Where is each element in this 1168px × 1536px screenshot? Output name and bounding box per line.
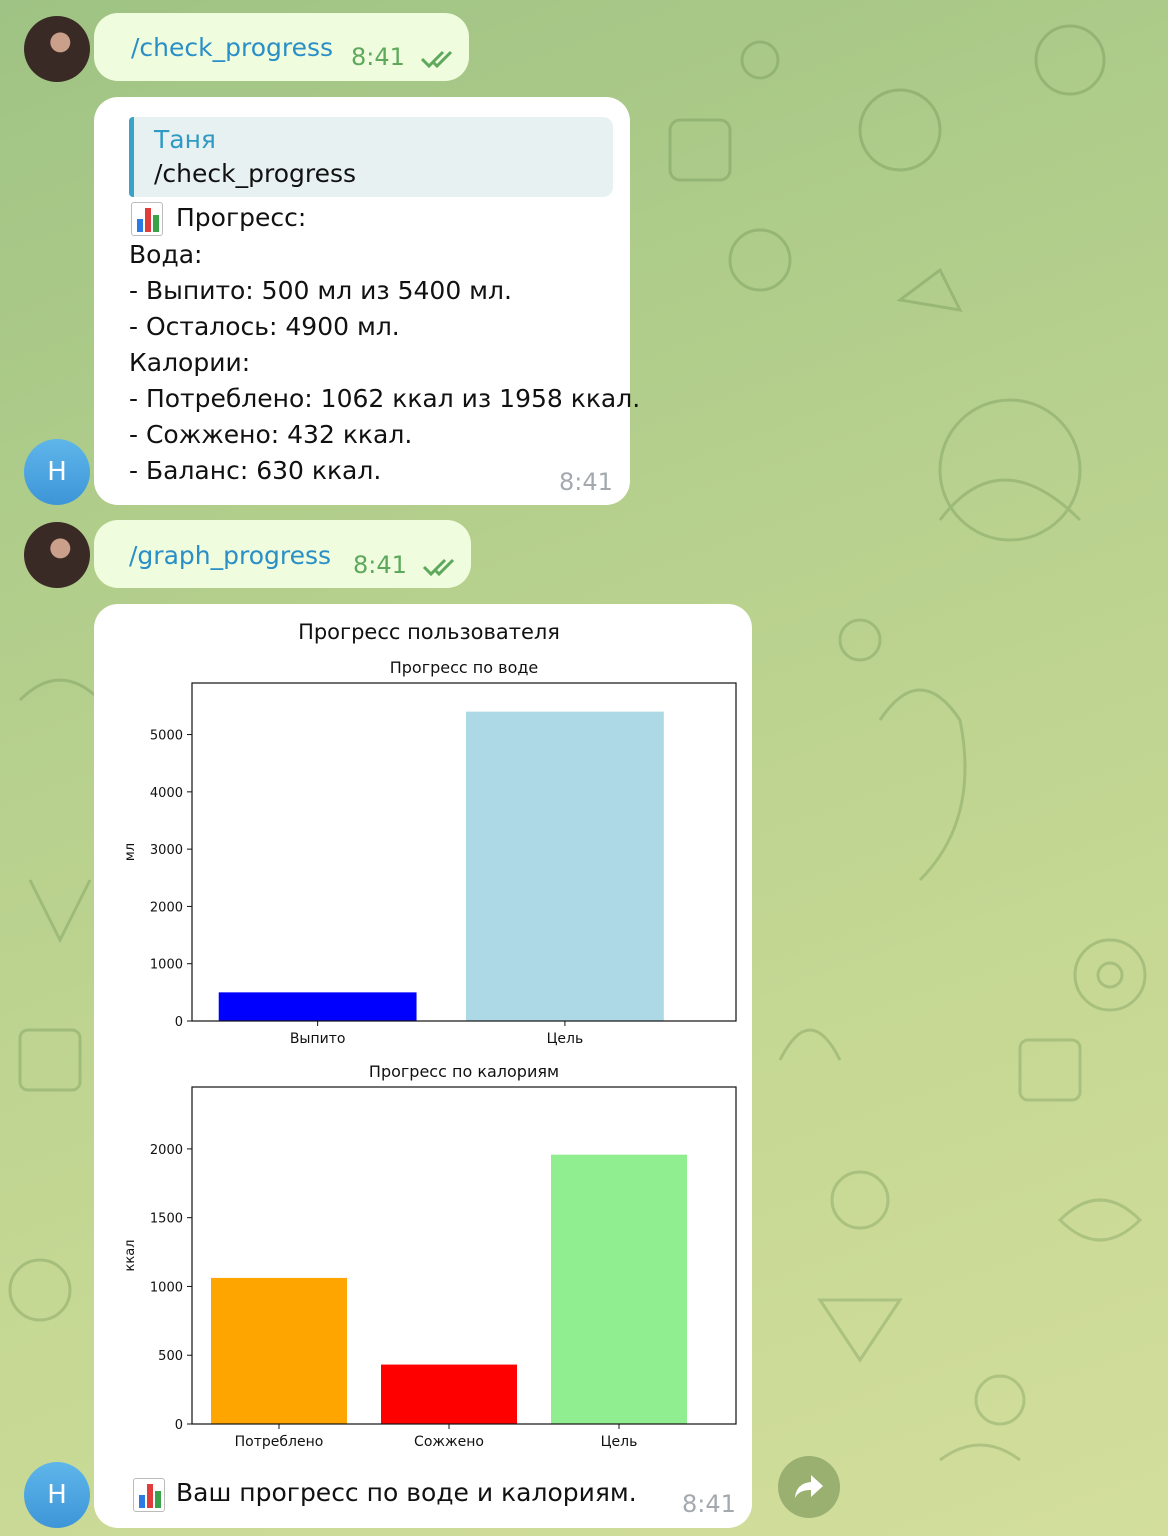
bar-Потреблено [211,1277,347,1424]
bot-avatar[interactable]: Н [24,1462,90,1528]
x-tick-label: Цель [547,1031,584,1047]
photo-caption: Ваш прогресс по воде и калориям. [176,1478,637,1507]
calories-balance-line: - Баланс: 630 ккал. [129,456,382,485]
y-tick-label: 1000 [150,1280,183,1295]
y-tick-label: 1500 [150,1212,183,1227]
command-link[interactable]: /graph_progress [129,541,331,570]
y-tick-label: 2000 [150,900,183,915]
bar-Выпито [218,992,417,1021]
message-time: 8:41 [353,551,407,579]
message-time: 8:41 [682,1490,736,1518]
chart-suptitle: Прогресс пользователя [298,620,560,644]
bot-avatar[interactable]: Н [24,439,90,505]
forward-button[interactable] [778,1456,840,1518]
progress-heading: Прогресс: [176,203,307,232]
x-tick-label: Выпито [290,1031,346,1047]
chart-title: Прогресс по калориям [369,1062,559,1081]
bar-chart-emoji-icon [133,1478,165,1512]
chart-title: Прогресс по воде [390,658,539,677]
reply-quote[interactable]: Таня /check_progress [129,117,613,197]
double-check-icon [422,558,455,577]
calories-consumed-line: - Потреблено: 1062 ккал из 1958 ккал. [129,384,641,413]
bar-Цель [466,711,664,1021]
bar-chart-emoji-icon [131,202,163,236]
y-axis-label: мл [123,843,138,861]
calories-burned-line: - Сожжено: 432 ккал. [129,420,413,449]
bar-Цель [551,1154,687,1424]
command-link[interactable]: /check_progress [131,33,333,62]
y-tick-label: 1000 [150,958,183,973]
y-axis-label: ккал [123,1240,138,1272]
double-check-icon [420,50,453,69]
water-left-line: - Осталось: 4900 мл. [129,312,400,341]
calories-heading: Калории: [129,348,251,377]
y-tick-label: 3000 [150,843,183,858]
water-heading: Вода: [129,240,203,269]
y-tick-label: 2000 [150,1143,183,1158]
user-avatar[interactable] [24,522,90,588]
outgoing-message-bubble[interactable]: /graph_progress 8:41 [94,520,471,588]
y-tick-label: 500 [158,1349,183,1364]
progress-chart-image[interactable]: Прогресс пользователя Прогресс по воде Вып… [108,606,751,1466]
user-avatar[interactable] [24,16,90,82]
x-tick-label: Сожжено [414,1434,484,1450]
message-time: 8:41 [559,468,613,496]
bar-Сожжено [381,1364,517,1424]
y-tick-label: 4000 [150,786,183,801]
outgoing-message-bubble[interactable]: /check_progress 8:41 [94,13,469,81]
quote-text: /check_progress [154,159,357,188]
message-time: 8:41 [351,43,405,71]
forward-arrow-icon [795,1475,823,1498]
x-tick-label: Цель [601,1434,638,1450]
y-tick-label: 0 [175,1015,183,1030]
y-tick-label: 0 [175,1418,183,1433]
quote-author: Таня [154,125,216,154]
water-drunk-line: - Выпито: 500 мл из 5400 мл. [129,276,512,305]
x-tick-label: Потреблено [235,1434,324,1450]
y-tick-label: 5000 [150,729,183,744]
